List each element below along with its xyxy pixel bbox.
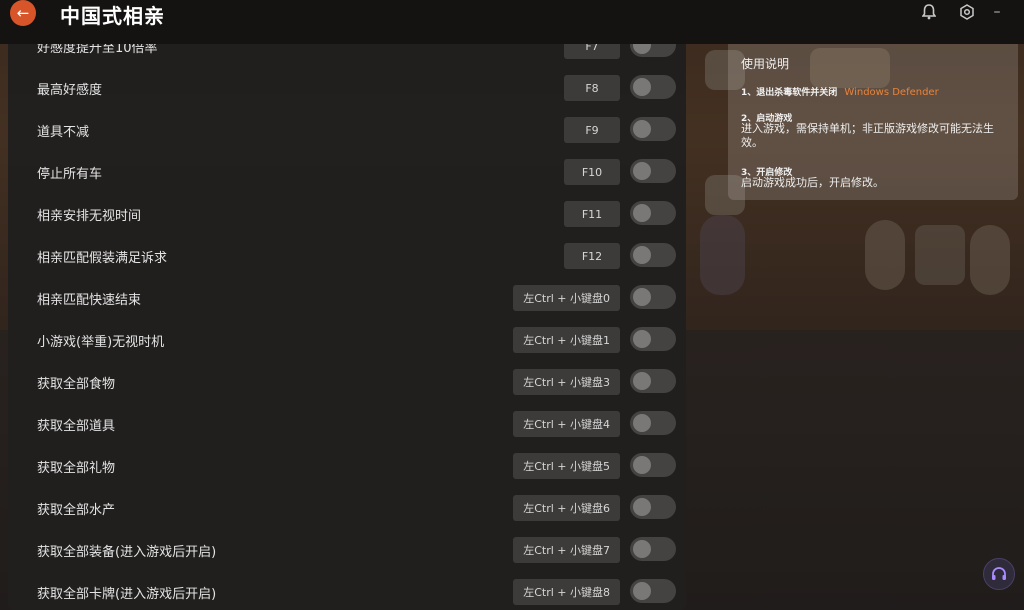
cheat-toggle[interactable]	[630, 44, 676, 57]
toggle-knob	[633, 120, 651, 138]
page-title: 中国式相亲	[60, 4, 165, 28]
settings-icon[interactable]	[958, 3, 976, 21]
cheat-label: 停止所有车	[37, 166, 103, 182]
toggle-knob	[633, 540, 651, 558]
hotkey-button[interactable]: 左Ctrl + 小键盘3	[513, 369, 620, 395]
windows-defender-text: Windows Defender	[844, 87, 939, 98]
cheat-row: 获取全部水产 左Ctrl + 小键盘6	[8, 487, 686, 529]
cheat-label: 最高好感度	[37, 82, 103, 98]
toggle-knob	[633, 246, 651, 264]
hotkey-button[interactable]: F10	[564, 159, 620, 185]
cheat-toggle[interactable]	[630, 285, 676, 309]
title-bar: ← 中国式相亲 –	[0, 0, 1024, 44]
step2-body: 进入游戏，需保持单机；非正版游戏修改可能无法生效。	[741, 122, 994, 149]
cheat-toggle[interactable]	[630, 243, 676, 267]
support-button[interactable]	[983, 558, 1015, 590]
minimize-button[interactable]: –	[988, 3, 1006, 21]
instructions-card: 使用说明 1、退出杀毒软件并关闭 Windows Defender 2、启动游戏…	[728, 44, 1018, 200]
cheat-label: 获取全部水产	[37, 502, 116, 518]
cheat-label: 相亲匹配快速结束	[37, 292, 142, 308]
toggle-knob	[633, 288, 651, 306]
cheat-toggle[interactable]	[630, 159, 676, 183]
hotkey-button[interactable]: F11	[564, 201, 620, 227]
cheat-label: 相亲匹配假装满足诉求	[37, 250, 168, 266]
cheat-row: 获取全部食物 左Ctrl + 小键盘3	[8, 361, 686, 403]
cheat-toggle[interactable]	[630, 201, 676, 225]
cheat-list-panel[interactable]: 好感度提升至10倍率 F7 最高好感度 F8 道具不减 F9 停止所有车 F10 相亲安排无视时…	[8, 44, 686, 610]
cheat-label: 相亲安排无视时间	[37, 208, 142, 224]
toggle-knob	[633, 44, 651, 54]
cheat-row: 获取全部卡牌(进入游戏后开启) 左Ctrl + 小键盘8	[8, 571, 686, 610]
cheat-toggle[interactable]	[630, 327, 676, 351]
hotkey-button[interactable]: 左Ctrl + 小键盘4	[513, 411, 620, 437]
cheat-label: 获取全部卡牌(进入游戏后开启)	[37, 586, 217, 602]
cheat-label: 道具不减	[37, 124, 90, 140]
hotkey-button[interactable]: 左Ctrl + 小键盘7	[513, 537, 620, 563]
cheat-toggle[interactable]	[630, 369, 676, 393]
hotkey-button[interactable]: 左Ctrl + 小键盘1	[513, 327, 620, 353]
cheat-row: 获取全部礼物 左Ctrl + 小键盘5	[8, 445, 686, 487]
cheat-list: 好感度提升至10倍率 F7 最高好感度 F8 道具不减 F9 停止所有车 F10 相亲安排无视时…	[8, 44, 686, 610]
cheat-row: 相亲匹配假装满足诉求 F12	[8, 235, 686, 277]
back-button[interactable]: ←	[10, 0, 36, 26]
cheat-toggle[interactable]	[630, 495, 676, 519]
hotkey-button[interactable]: 左Ctrl + 小键盘5	[513, 453, 620, 479]
cheat-toggle[interactable]	[630, 411, 676, 435]
hotkey-button[interactable]: F8	[564, 75, 620, 101]
hotkey-button[interactable]: F12	[564, 243, 620, 269]
cheat-label: 小游戏(举重)无视时机	[37, 334, 165, 350]
toggle-knob	[633, 414, 651, 432]
cheat-row: 好感度提升至10倍率 F7	[8, 44, 686, 67]
cheat-row: 停止所有车 F10	[8, 151, 686, 193]
cheat-row: 相亲安排无视时间 F11	[8, 193, 686, 235]
cheat-toggle[interactable]	[630, 453, 676, 477]
notification-icon[interactable]	[920, 3, 938, 21]
cheat-row: 相亲匹配快速结束 左Ctrl + 小键盘0	[8, 277, 686, 319]
cheat-label: 好感度提升至10倍率	[37, 44, 158, 56]
toggle-knob	[633, 162, 651, 180]
headset-icon	[992, 567, 1006, 580]
cheat-label: 获取全部食物	[37, 376, 116, 392]
step1-text: 1、退出杀毒软件并关闭	[741, 88, 838, 98]
hotkey-button[interactable]: 左Ctrl + 小键盘6	[513, 495, 620, 521]
cheat-toggle[interactable]	[630, 117, 676, 141]
arrow-left-icon: ←	[16, 3, 30, 22]
step3-body: 启动游戏成功后，开启修改。	[741, 176, 884, 189]
hotkey-button[interactable]: F7	[564, 44, 620, 59]
toggle-knob	[633, 78, 651, 96]
toggle-knob	[633, 372, 651, 390]
cheat-toggle[interactable]	[630, 579, 676, 603]
toggle-knob	[633, 204, 651, 222]
toggle-knob	[633, 582, 651, 600]
cheat-row: 道具不减 F9	[8, 109, 686, 151]
minimize-icon: –	[993, 4, 1001, 20]
hotkey-button[interactable]: 左Ctrl + 小键盘0	[513, 285, 620, 311]
cheat-row: 小游戏(举重)无视时机 左Ctrl + 小键盘1	[8, 319, 686, 361]
hotkey-button[interactable]: 左Ctrl + 小键盘8	[513, 579, 620, 605]
cheat-label: 获取全部装备(进入游戏后开启)	[37, 544, 217, 560]
cheat-label: 获取全部道具	[37, 418, 116, 434]
cheat-label: 获取全部礼物	[37, 460, 116, 476]
cheat-row: 获取全部装备(进入游戏后开启) 左Ctrl + 小键盘7	[8, 529, 686, 571]
cheat-row: 获取全部道具 左Ctrl + 小键盘4	[8, 403, 686, 445]
toggle-knob	[633, 498, 651, 516]
instructions-title: 使用说明	[741, 57, 790, 71]
cheat-toggle[interactable]	[630, 537, 676, 561]
hotkey-button[interactable]: F9	[564, 117, 620, 143]
step1-title: 1、退出杀毒软件并关闭 Windows Defender	[741, 85, 939, 98]
toggle-knob	[633, 330, 651, 348]
toggle-knob	[633, 456, 651, 474]
cheat-toggle[interactable]	[630, 75, 676, 99]
cheat-row: 最高好感度 F8	[8, 67, 686, 109]
